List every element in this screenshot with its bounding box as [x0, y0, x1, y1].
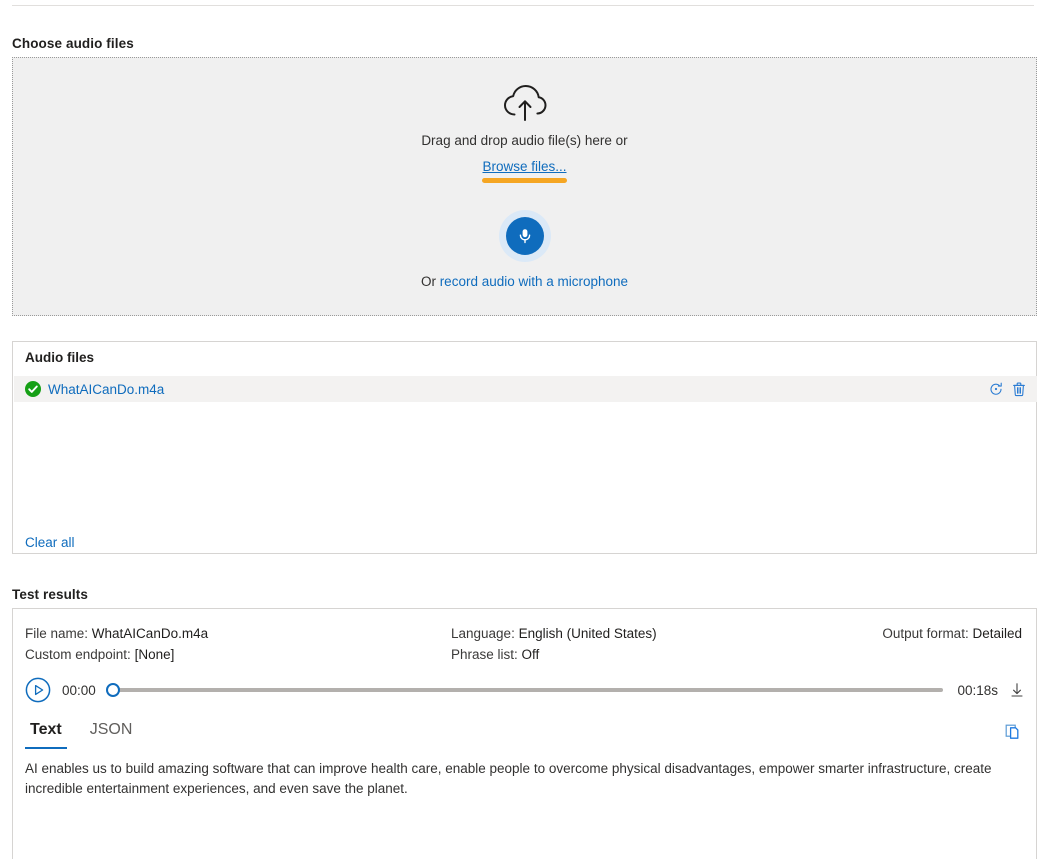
playback-track	[113, 688, 944, 692]
copy-icon[interactable]	[1004, 723, 1022, 741]
playback-thumb[interactable]	[105, 683, 120, 697]
microphone-icon	[519, 229, 530, 244]
tab-json[interactable]: JSON	[85, 719, 138, 749]
clear-all-link[interactable]: Clear all	[25, 535, 75, 550]
file-name-value: WhatAICanDo.m4a	[91, 626, 209, 641]
record-audio-prefix: Or	[420, 274, 440, 289]
custom-endpoint-value: [None]	[134, 647, 175, 662]
playback-slider[interactable]	[105, 682, 944, 698]
custom-endpoint-field: Custom endpoint: [None]	[25, 644, 451, 665]
metadata-row-2: Custom endpoint: [None] Phrase list: Off	[25, 644, 1022, 665]
test-results-panel: File name: WhatAICanDo.m4a Language: Eng…	[12, 608, 1037, 859]
custom-endpoint-label: Custom endpoint:	[25, 647, 131, 662]
record-audio-link[interactable]: record audio with a microphone	[440, 274, 628, 289]
phrase-list-label: Phrase list:	[451, 647, 518, 662]
play-icon[interactable]	[25, 677, 51, 703]
current-time: 00:00	[62, 682, 96, 698]
retry-icon[interactable]	[988, 381, 1004, 397]
transcript-text: AI enables us to build amazing software …	[25, 761, 992, 796]
browse-files-group: Browse files...	[482, 159, 567, 183]
phrase-list-field: Phrase list: Off	[451, 644, 881, 665]
test-results-label: Test results	[12, 587, 88, 602]
audio-file-name-link[interactable]: WhatAICanDo.m4a	[48, 382, 164, 397]
phrase-list-value: Off	[521, 647, 540, 662]
output-format-label: Output format:	[882, 626, 969, 641]
language-field: Language: English (United States)	[451, 623, 881, 644]
download-icon[interactable]	[1009, 682, 1025, 698]
speech-studio-audio-test-page: Choose audio files Drag and drop audio f…	[0, 0, 1046, 859]
cloud-upload-icon	[503, 85, 546, 121]
browse-files-highlight	[482, 178, 567, 183]
choose-audio-files-label: Choose audio files	[12, 36, 134, 51]
file-name-label: File name:	[25, 626, 89, 641]
trash-icon[interactable]	[1011, 381, 1027, 397]
output-format-value: Detailed	[972, 626, 1022, 641]
browse-files-link[interactable]: Browse files...	[482, 159, 566, 174]
top-divider	[12, 5, 1034, 6]
record-microphone-button[interactable]	[498, 210, 551, 262]
record-audio-caption: Or record audio with a microphone	[421, 274, 628, 289]
language-label: Language:	[451, 626, 515, 641]
metadata-spacer	[881, 644, 1022, 665]
test-results-metadata: File name: WhatAICanDo.m4a Language: Eng…	[13, 623, 1036, 665]
file-row-actions	[988, 381, 1027, 397]
table-row[interactable]: WhatAICanDo.m4a	[14, 376, 1037, 402]
output-format-field: Output format: Detailed	[881, 623, 1022, 644]
audio-files-title: Audio files	[25, 350, 95, 365]
audio-player: 00:00 00:18s	[25, 675, 1025, 705]
file-name-field: File name: WhatAICanDo.m4a	[25, 623, 451, 644]
tab-text[interactable]: Text	[25, 719, 67, 749]
metadata-row-1: File name: WhatAICanDo.m4a Language: Eng…	[25, 623, 1022, 644]
language-value: English (United States)	[518, 626, 657, 641]
success-check-icon	[25, 381, 41, 397]
total-time: 00:18s	[957, 682, 998, 698]
microphone-button-inner	[505, 217, 544, 255]
results-tabs: Text JSON	[13, 719, 1036, 757]
audio-dropzone[interactable]: Drag and drop audio file(s) here or Brow…	[12, 57, 1037, 316]
dropzone-instruction: Drag and drop audio file(s) here or	[421, 133, 628, 148]
audio-files-panel: Audio files WhatAICanDo.m4a Clear all	[12, 341, 1037, 554]
